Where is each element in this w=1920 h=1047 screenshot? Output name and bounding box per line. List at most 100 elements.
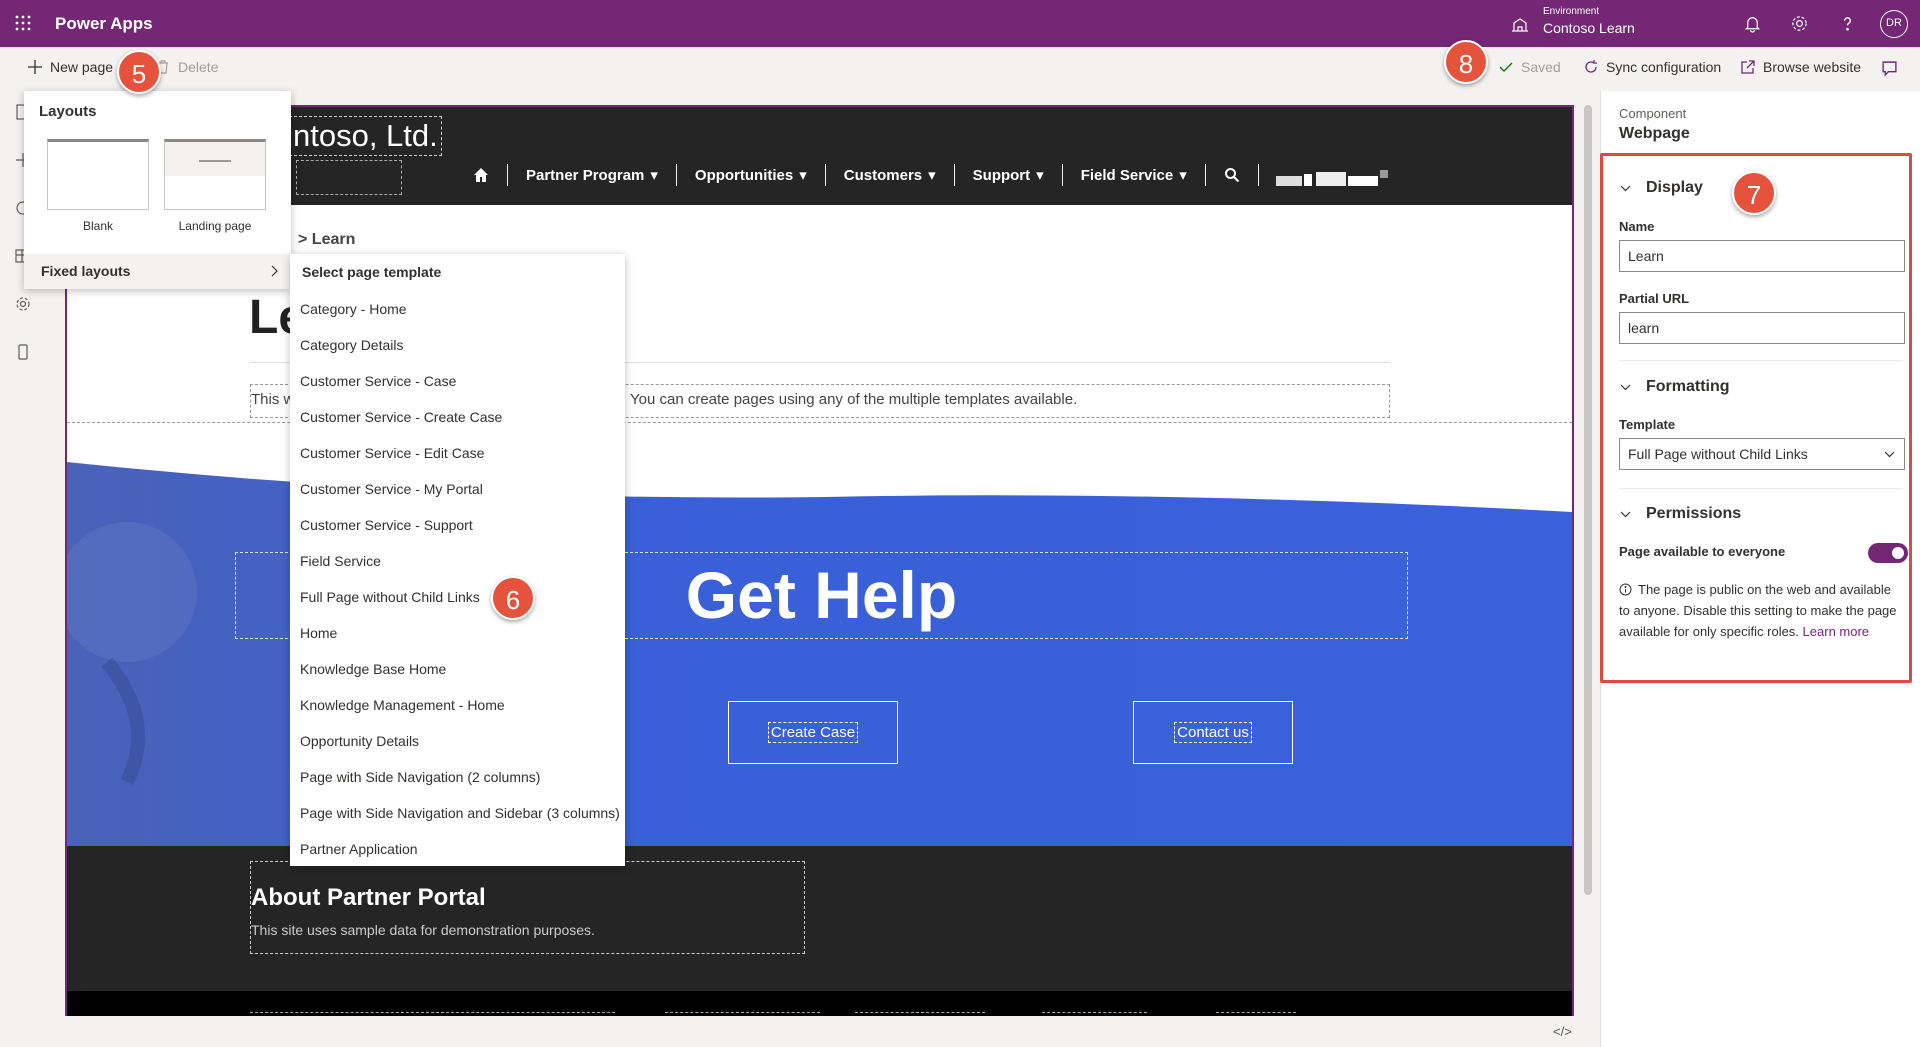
landing-layout-label: Landing page: [178, 219, 252, 233]
landing-layout-card[interactable]: [164, 139, 266, 210]
top-bar: Power Apps Environment Contoso Learn DR: [0, 0, 1920, 47]
about-text: This site uses sample data for demonstra…: [251, 922, 595, 938]
checkmark-icon: [1499, 62, 1513, 72]
caret-down-icon: ▾: [799, 167, 807, 184]
scroll-thumb[interactable]: [1584, 105, 1592, 895]
new-page-button[interactable]: New page: [27, 59, 113, 75]
template-option[interactable]: Customer Service - My Portal: [290, 479, 625, 515]
environment-label: Environment: [1543, 6, 1600, 17]
fixed-layouts-label: Fixed layouts: [41, 263, 131, 279]
user-avatar[interactable]: DR: [1880, 10, 1908, 38]
template-option[interactable]: Category - Home: [290, 299, 625, 335]
template-option[interactable]: Customer Service - Create Case: [290, 407, 625, 443]
caret-down-icon: ▾: [1179, 167, 1187, 184]
sync-configuration-button[interactable]: Sync configuration: [1583, 59, 1721, 75]
site-nav: Partner Program ▾ Opportunities ▾ Customer…: [455, 164, 1259, 186]
nav-label: Customers: [843, 166, 923, 184]
feedback-icon[interactable]: [1881, 60, 1898, 77]
template-menu-title: Select page template: [302, 264, 442, 280]
mobile-icon[interactable]: [14, 343, 32, 361]
environment-name[interactable]: Contoso Learn: [1543, 19, 1635, 37]
site-header: ntoso, Ltd. Partner Program ▾ Opportuniti…: [67, 107, 1572, 205]
template-option[interactable]: Page with Side Navigation (2 columns): [290, 767, 625, 803]
blank-layout-card[interactable]: [47, 139, 149, 210]
template-option[interactable]: Partner Application: [290, 839, 625, 875]
command-bar: New page Delete Saved Sync configuration…: [0, 47, 1920, 91]
app-name: Power Apps: [55, 14, 153, 33]
delete-label: Delete: [178, 59, 219, 75]
gear-icon[interactable]: [1790, 14, 1809, 33]
layout-bar: [199, 160, 231, 162]
new-page-label: New page: [50, 59, 114, 75]
site-brand[interactable]: ntoso, Ltd.: [289, 116, 442, 156]
callout-badge-6: 6: [491, 576, 535, 620]
nav-opportunities[interactable]: Opportunities ▾: [677, 164, 826, 186]
contact-us-label: Contact us: [1174, 722, 1252, 743]
browse-label: Browse website: [1763, 59, 1862, 75]
template-option[interactable]: Page with Side Navigation and Sidebar (3…: [290, 803, 625, 839]
template-option[interactable]: Field Service: [290, 551, 625, 587]
template-option[interactable]: Customer Service - Support: [290, 515, 625, 551]
caret-down-icon: ▾: [650, 167, 658, 184]
sync-label: Sync configuration: [1606, 59, 1722, 75]
create-case-button[interactable]: Create Case: [728, 701, 898, 764]
nav-label: Opportunities: [694, 166, 794, 184]
template-option[interactable]: Customer Service - Case: [290, 371, 625, 407]
create-case-label: Create Case: [767, 722, 859, 743]
nav-label: Field Service: [1080, 166, 1174, 184]
settings-icon[interactable]: [14, 295, 32, 313]
nav-label: Support: [972, 166, 1031, 184]
component-value: Webpage: [1619, 125, 1690, 142]
nav-home[interactable]: [455, 164, 508, 186]
environment-icon: [1512, 18, 1528, 32]
layout-band: [165, 142, 265, 176]
nav-customers[interactable]: Customers ▾: [826, 164, 955, 186]
search-icon: [1224, 168, 1239, 183]
nav-search[interactable]: [1206, 164, 1259, 186]
highlight-box: [1600, 153, 1912, 683]
code-view-icon[interactable]: </>: [1553, 1024, 1572, 1039]
template-option[interactable]: Home: [290, 623, 625, 659]
component-label: Component: [1619, 106, 1687, 121]
blank-layout-label: Blank: [82, 219, 114, 233]
waffle-icon[interactable]: [15, 15, 31, 31]
callout-badge-5: 5: [117, 50, 161, 94]
template-option[interactable]: Opportunity Details: [290, 731, 625, 767]
layouts-title: Layouts: [39, 103, 97, 120]
nav-partner-program[interactable]: Partner Program ▾: [508, 164, 677, 186]
template-option[interactable]: Full Page without Child Links: [290, 587, 625, 623]
about-heading: About Partner Portal: [251, 884, 486, 911]
bell-icon[interactable]: [1743, 14, 1762, 33]
description-start: This w: [251, 391, 295, 408]
template-list: Category - Home Category Details Customer …: [290, 299, 625, 875]
saved-label: Saved: [1521, 59, 1561, 75]
browse-website-button[interactable]: Browse website: [1740, 59, 1861, 75]
layouts-menu: Layouts Blank Landing page Fixed layouts: [24, 91, 291, 289]
sync-icon: [1585, 60, 1597, 73]
bottom-bar: </>: [47, 1016, 1600, 1047]
brand-placeholder[interactable]: [296, 160, 402, 195]
nav-support[interactable]: Support ▾: [955, 164, 1063, 186]
fixed-layouts-item[interactable]: Fixed layouts: [24, 254, 291, 289]
callout-badge-7: 7: [1732, 171, 1776, 215]
home-icon: [474, 168, 488, 182]
delete-button[interactable]: Delete: [155, 59, 218, 75]
nav-field-service[interactable]: Field Service ▾: [1063, 164, 1206, 186]
saved-status: Saved: [1498, 59, 1561, 75]
plus-icon: [28, 60, 42, 74]
callout-badge-8: 8: [1444, 40, 1488, 84]
template-option[interactable]: Knowledge Management - Home: [290, 695, 625, 731]
chevron-right-icon: [271, 265, 278, 277]
contact-us-button[interactable]: Contact us: [1133, 701, 1293, 764]
canvas-scrollbar[interactable]: [1582, 105, 1594, 1016]
breadcrumb[interactable]: > Learn: [298, 231, 355, 249]
caret-down-icon: ▾: [928, 167, 936, 184]
template-option[interactable]: Category Details: [290, 335, 625, 371]
nav-label: Partner Program: [526, 166, 645, 184]
template-option[interactable]: Knowledge Base Home: [290, 659, 625, 695]
help-icon[interactable]: [1838, 14, 1857, 33]
template-option[interactable]: Customer Service - Edit Case: [290, 443, 625, 479]
user-signin-pixelated[interactable]: [1276, 170, 1392, 187]
page-template-menu: Select page template Category - Home Cate…: [290, 254, 625, 866]
open-external-icon: [1741, 60, 1755, 74]
